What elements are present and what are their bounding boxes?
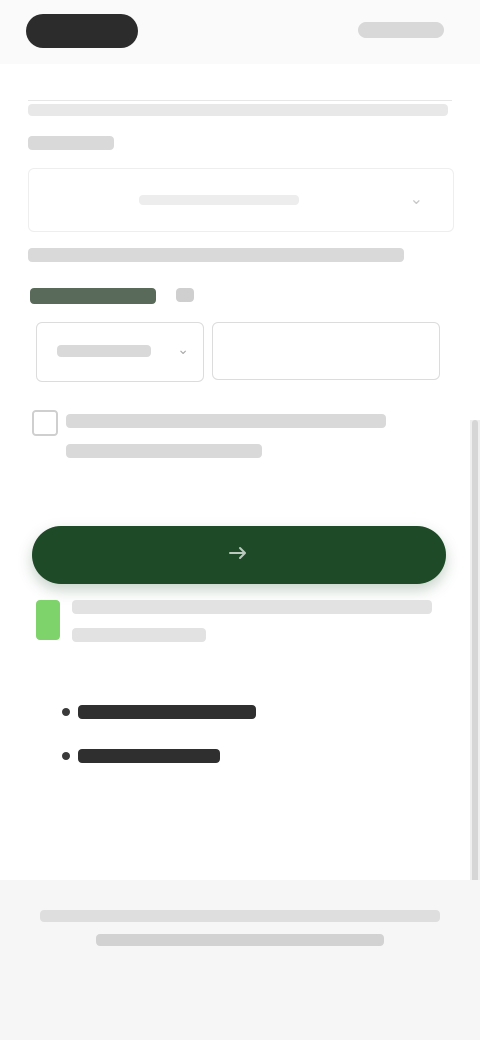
chevron-down-icon: ⌄ — [177, 341, 189, 357]
country-code-value — [57, 345, 151, 357]
info-icon — [176, 288, 194, 302]
list-item[interactable] — [78, 749, 220, 763]
status-bar — [0, 0, 480, 64]
consent-text-line — [66, 414, 386, 428]
info-accent-icon — [36, 600, 60, 640]
text-line — [28, 248, 404, 262]
footer-link[interactable] — [96, 934, 384, 946]
info-text-line — [72, 628, 206, 642]
status-indicators — [358, 22, 444, 38]
section-title-bar — [30, 288, 156, 304]
country-code-select[interactable]: ⌄ — [36, 322, 204, 382]
continue-button[interactable] — [32, 526, 446, 584]
list-bullet — [62, 708, 70, 716]
consent-checkbox[interactable] — [32, 410, 58, 436]
divider — [28, 100, 452, 101]
select-value — [139, 195, 299, 205]
chevron-down-icon: ⌄ — [409, 191, 423, 208]
arrow-right-icon — [227, 544, 251, 562]
text-line — [28, 136, 114, 150]
select-field[interactable]: ⌄ — [28, 168, 454, 232]
list-bullet — [62, 752, 70, 760]
status-pill — [26, 14, 138, 48]
consent-text-line — [66, 444, 262, 458]
info-text-line — [72, 600, 432, 614]
footer — [0, 880, 480, 1040]
text-line — [28, 104, 448, 116]
list-item[interactable] — [78, 705, 256, 719]
footer-text-line — [40, 910, 440, 922]
phone-number-input[interactable] — [212, 322, 440, 380]
